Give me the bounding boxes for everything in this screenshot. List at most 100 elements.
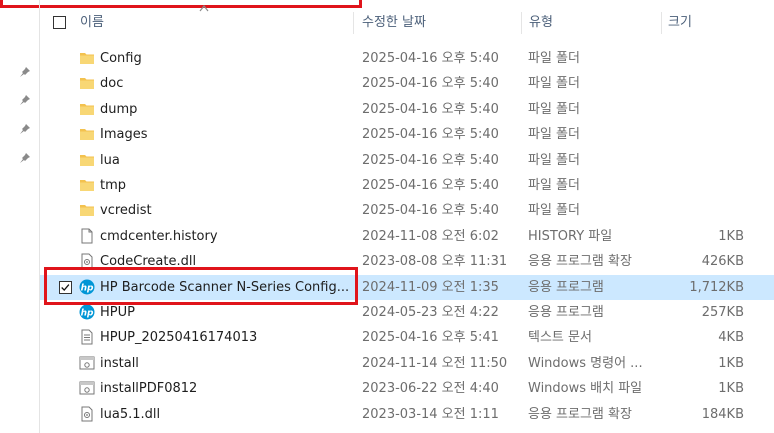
folder-icon [79, 152, 95, 168]
file-type: 파일 폴더 [528, 178, 580, 193]
column-name[interactable]: 이름 [80, 12, 104, 34]
file-size: 184KB [701, 406, 744, 422]
file-name: dump [100, 101, 138, 117]
file-type: 응용 프로그램 확장 [528, 254, 632, 270]
file-size [662, 97, 744, 122]
file-size [662, 173, 744, 198]
file-icon [79, 228, 95, 244]
file-row[interactable]: CodeCreate.dll 2023-08-08 오후 11:31 응용 프로그램… [40, 249, 774, 274]
column-divider[interactable] [521, 12, 522, 34]
file-size: 1KB [718, 355, 744, 371]
file-name: HPUP_20250416174013 [100, 330, 258, 346]
file-size [662, 148, 744, 173]
file-type: 파일 폴더 [528, 152, 580, 168]
file-type: 응용 프로그램 [528, 305, 604, 320]
file-date-modified: 2023-06-22 오전 4:40 [362, 381, 499, 397]
folder-icon [79, 101, 95, 117]
file-row[interactable]: installPDF0812 2023-06-22 오전 4:40 Windows … [40, 376, 774, 401]
column-size[interactable]: 크기 [668, 12, 692, 34]
file-type: 응용 프로그램 확장 [528, 406, 632, 422]
file-type: 파일 폴더 [528, 203, 580, 219]
file-date-modified: 2024-11-14 오전 11:50 [362, 355, 508, 371]
file-name: Images [100, 127, 148, 143]
file-name: Config [100, 51, 142, 66]
file-size: 426KB [701, 254, 744, 270]
file-date-modified: 2025-04-16 오후 5:40 [362, 101, 499, 117]
file-row[interactable]: dump 2025-04-16 오후 5:40 파일 폴더 [40, 97, 774, 122]
file-size: 1,712KB [689, 279, 744, 295]
dll-icon [79, 253, 95, 269]
hp-logo-icon: hp [79, 279, 95, 295]
batch-file-icon [79, 380, 95, 396]
batch-file-icon [79, 355, 95, 371]
file-size [662, 198, 744, 223]
file-type: 파일 폴더 [528, 76, 580, 92]
file-date-modified: 2024-05-23 오전 4:22 [362, 305, 499, 320]
file-name: HPUP [100, 305, 135, 320]
file-name: install [100, 355, 139, 371]
file-type: 파일 폴더 [528, 127, 580, 143]
file-date-modified: 2024-11-08 오전 6:02 [362, 228, 499, 244]
file-date-modified: 2025-04-16 오후 5:40 [362, 203, 499, 219]
file-type: 텍스트 문서 [528, 330, 592, 346]
highlight-box-top [0, 0, 362, 8]
file-size [662, 122, 744, 147]
file-name: doc [100, 76, 124, 92]
file-date-modified: 2025-04-16 오후 5:41 [362, 330, 499, 346]
pin-icon[interactable] [19, 123, 31, 135]
file-size: 1KB [718, 228, 744, 244]
select-all-checkbox[interactable] [53, 16, 66, 29]
file-type: 파일 폴더 [528, 101, 580, 117]
pin-icon[interactable] [19, 66, 31, 78]
column-date-modified[interactable]: 수정한 날짜 [362, 12, 426, 34]
file-row[interactable]: Config 2025-04-16 오후 5:40 파일 폴더 [40, 46, 774, 71]
file-row[interactable]: hp HPUP 2024-05-23 오전 4:22 응용 프로그램 257KB [40, 300, 774, 325]
file-row[interactable]: HPUP_20250416174013 2025-04-16 오후 5:41 텍스트… [40, 325, 774, 350]
file-date-modified: 2025-04-16 오후 5:40 [362, 51, 499, 66]
column-type[interactable]: 유형 [529, 12, 553, 34]
file-row[interactable]: doc 2025-04-16 오후 5:40 파일 폴더 [40, 71, 774, 96]
folder-icon [79, 75, 95, 91]
navigation-pane [0, 0, 40, 433]
folder-icon [79, 177, 95, 193]
file-row[interactable]: lua 2025-04-16 오후 5:40 파일 폴더 [40, 148, 774, 173]
file-size [662, 71, 744, 96]
row-checkbox-checked[interactable] [59, 280, 72, 294]
column-header: 이름 수정한 날짜 유형 크기 [40, 12, 774, 34]
file-name: lua5.1.dll [100, 406, 161, 422]
pin-icon[interactable] [19, 94, 31, 106]
file-row[interactable]: Images 2025-04-16 오후 5:40 파일 폴더 [40, 122, 774, 147]
file-size: 4KB [718, 330, 744, 346]
file-row[interactable]: install 2024-11-14 오전 11:50 Windows 명령어 ..… [40, 351, 774, 376]
svg-text:hp: hp [81, 309, 94, 319]
file-date-modified: 2024-11-09 오전 1:35 [362, 279, 499, 295]
file-row[interactable]: tmp 2025-04-16 오후 5:40 파일 폴더 [40, 173, 774, 198]
file-date-modified: 2025-04-16 오후 5:40 [362, 178, 499, 193]
file-date-modified: 2025-04-16 오후 5:40 [362, 76, 499, 92]
file-name: installPDF0812 [100, 381, 198, 397]
file-name: HP Barcode Scanner N-Series Config... [100, 279, 350, 295]
folder-icon [79, 202, 95, 218]
file-size: 257KB [701, 305, 744, 320]
file-row[interactable]: vcredist 2025-04-16 오후 5:40 파일 폴더 [40, 198, 774, 223]
column-divider[interactable] [661, 12, 662, 34]
file-name: lua [100, 152, 120, 168]
file-date-modified: 2023-03-14 오전 1:11 [362, 406, 499, 422]
file-type: 응용 프로그램 [528, 279, 604, 295]
text-document-icon [79, 329, 95, 345]
file-type: 파일 폴더 [528, 51, 580, 66]
folder-icon [79, 50, 95, 66]
dll-icon [79, 406, 95, 422]
file-row[interactable]: lua5.1.dll 2023-03-14 오전 1:11 응용 프로그램 확장 18… [40, 402, 774, 427]
file-name: cmdcenter.history [100, 228, 218, 244]
file-row[interactable]: cmdcenter.history 2024-11-08 오전 6:02 HISTO… [40, 224, 774, 249]
pin-icon[interactable] [19, 152, 31, 164]
file-date-modified: 2025-04-16 오후 5:40 [362, 152, 499, 168]
file-type: HISTORY 파일 [528, 228, 613, 244]
file-row-selected[interactable]: hp HP Barcode Scanner N-Series Config... 2… [40, 274, 774, 300]
column-divider[interactable] [353, 12, 354, 34]
svg-text:hp: hp [81, 283, 94, 293]
file-name: vcredist [100, 203, 152, 219]
sort-ascending-icon[interactable] [199, 4, 209, 12]
file-type: Windows 명령어 ... [528, 355, 643, 371]
